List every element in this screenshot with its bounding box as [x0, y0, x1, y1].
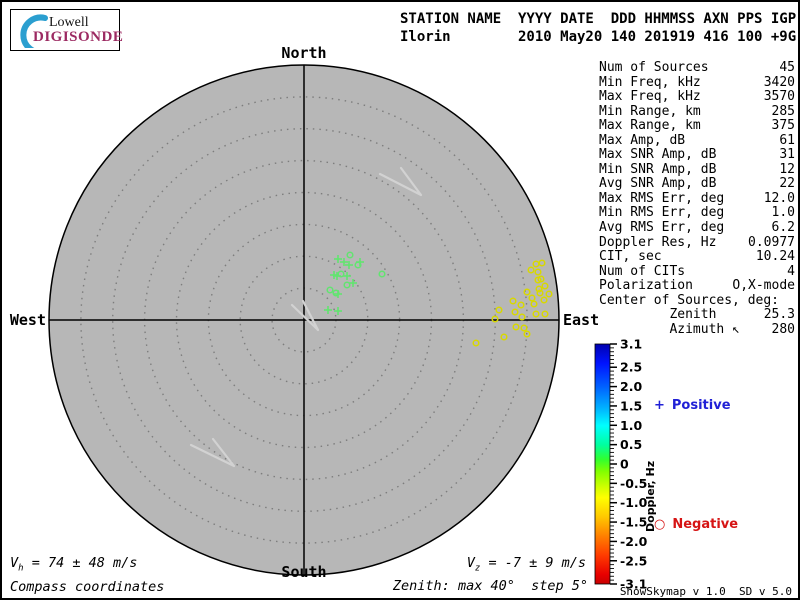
legend-negative-label: Negative	[672, 517, 739, 532]
legend-positive-label: Positive	[671, 398, 731, 413]
vz-symbol: V	[466, 555, 475, 571]
colorbar-tick-label: -2.5	[620, 553, 647, 568]
legend-positive: + Positive	[654, 398, 731, 413]
showskymap-window: Lowell DIGISONDE STATION NAME YYYY DATE …	[0, 0, 800, 600]
compass-label-east: East	[563, 311, 600, 329]
colorbar-gradient	[594, 343, 611, 585]
coordinate-system-note: Compass coordinates	[10, 579, 165, 595]
colorbar-tick-label: 3.1	[620, 338, 642, 352]
compass-label-west: West	[9, 311, 46, 329]
plus-marker-icon: +	[654, 398, 665, 413]
vh-value: = 74 ± 48 m/s	[23, 555, 138, 571]
circle-marker-icon: ○	[654, 517, 666, 532]
colorbar-axis-title: Doppler, Hz	[644, 460, 657, 532]
colorbar-tick-label: 0	[620, 457, 629, 472]
colorbar-tick-label: 1.0	[620, 418, 642, 433]
compass-label-south: South	[281, 563, 327, 581]
colorbar-tick-label: 2.0	[620, 379, 642, 394]
vz-value: = -7 ± 9 m/s	[480, 555, 586, 571]
colorbar-tick-label: 1.5	[620, 398, 642, 413]
doppler-colorbar: 3.12.52.01.51.00.50-0.5-1.0-1.5-2.0-2.5-…	[594, 338, 648, 592]
software-version: ShowSkymap v 1.0 SD v 5.0	[619, 585, 792, 598]
colorbar-tick-label: -2.0	[620, 534, 648, 549]
legend-negative: ○ Negative	[654, 517, 738, 532]
colorbar-tick-label: 0.5	[620, 437, 642, 452]
vh-symbol: V	[10, 555, 19, 571]
zenith-grid-note: Zenith: max 40° step 5°	[392, 578, 588, 594]
compass-label-north: North	[281, 44, 327, 62]
colorbar-tick-label: 2.5	[620, 360, 642, 375]
vertical-velocity-readout: Vz = -7 ± 9 m/s	[467, 555, 586, 574]
horizontal-velocity-readout: Vh = 74 ± 48 m/s	[10, 555, 137, 574]
